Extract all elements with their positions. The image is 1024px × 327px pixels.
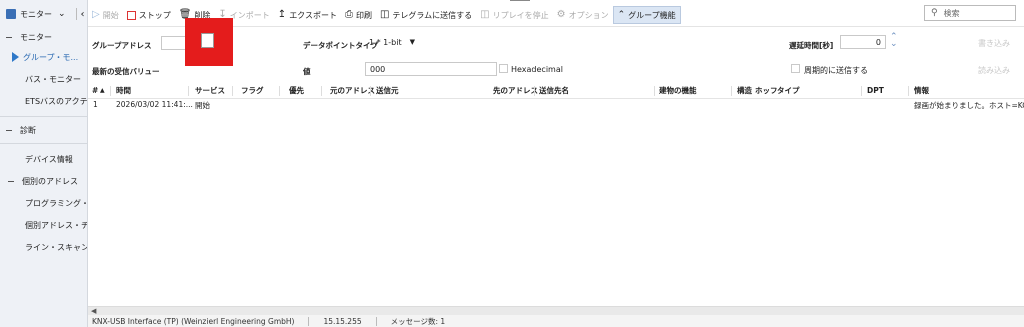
delay-spinner[interactable]: ⌃ ⌄ <box>889 32 902 49</box>
collapse-icon <box>8 180 14 182</box>
sidebar: モニター ⌄ ‹ モニター グループ・モ... バス・モニター ETSバスのアク… <box>0 0 88 327</box>
send-telegram-button[interactable]: ◫ テレグラムに送信する <box>376 6 476 24</box>
group-function-button[interactable]: ⌃ グループ機能 <box>612 6 681 24</box>
status-bar: KNX-USB Interface (TP) (Weinzierl Engine… <box>88 315 1024 327</box>
start-button[interactable]: ▷ 開始 <box>88 6 123 24</box>
status-interface: KNX-USB Interface (TP) (Weinzierl Engine… <box>92 316 295 326</box>
sidebar-item-label: ライン・スキャン <box>25 242 87 252</box>
scroll-left-icon[interactable]: ◀ <box>91 307 96 315</box>
status-messages: メッセージ数: 1 <box>390 316 446 326</box>
column-header-dest-address[interactable]: 先のアドレス <box>493 84 538 98</box>
send-icon: ◫ <box>379 9 390 20</box>
sidebar-item-label: プログラミング・モ... <box>25 198 87 208</box>
cell-info: 録画が始まりました。ホスト=KOSHI <box>914 101 1024 110</box>
column-header-dpt[interactable]: DPT <box>867 84 884 98</box>
stop-replay-button[interactable]: ◫ リプレイを停止 <box>476 6 552 24</box>
sidebar-item-label: バス・モニター <box>25 74 81 84</box>
cell-num: 1 <box>93 100 98 109</box>
collapse-icon <box>6 129 12 131</box>
printer-icon: ⎙ <box>344 9 353 20</box>
chevron-up-icon: ⌃ <box>617 10 626 20</box>
sidebar-header[interactable]: モニター ⌄ ‹ <box>0 0 87 28</box>
column-header-flag[interactable]: フラグ <box>241 84 264 98</box>
options-button[interactable]: ⚙ オプション <box>553 6 613 24</box>
sidebar-item-bus-monitor[interactable]: バス・モニター <box>0 68 87 90</box>
collapse-icon <box>6 36 12 38</box>
column-header-service[interactable]: サービス <box>195 84 225 98</box>
dropdown-arrow-icon: ▼ <box>409 38 415 46</box>
column-header-info[interactable]: 情報 <box>914 84 929 98</box>
monitor-icon <box>6 9 16 19</box>
horizontal-scrollbar[interactable]: ◀ <box>88 306 1024 315</box>
search-input[interactable]: ⚲ 検索 ⌄ <box>924 5 1016 21</box>
stop-button[interactable]: ストップ <box>123 6 175 24</box>
value-label: 値 <box>303 67 311 76</box>
delay-label: 遅延時間[秒] <box>789 41 834 50</box>
collapse-icon[interactable]: ‹ <box>81 9 85 20</box>
value-field[interactable]: 000 <box>365 62 497 76</box>
sidebar-group-label: モニター <box>20 32 52 42</box>
hexadecimal-label: Hexadecimal <box>511 65 563 74</box>
sidebar-item-label: 個別のアドレス <box>22 176 78 186</box>
sidebar-group-monitor[interactable]: モニター <box>0 28 87 46</box>
sidebar-item-ets-bus[interactable]: ETSバスのアクテ... <box>0 90 87 112</box>
sort-asc-icon: ▲ <box>100 87 105 94</box>
column-header-priority[interactable]: 優先 <box>289 84 304 98</box>
column-header-structure[interactable]: 構造 <box>737 84 752 98</box>
highlight-annotation <box>185 18 233 66</box>
sidebar-group-diagnostics[interactable]: 診断 <box>0 121 87 139</box>
hexadecimal-checkbox[interactable] <box>499 64 508 73</box>
column-header-hop[interactable]: ホッフ <box>755 84 778 98</box>
gear-icon: ⚙ <box>556 9 566 20</box>
replay-icon: ◫ <box>480 9 490 20</box>
group-address-picker-button[interactable] <box>201 33 214 48</box>
column-header-source-name[interactable]: 送信元 <box>376 84 399 98</box>
column-header-building-function[interactable]: 建物の機能 <box>659 84 697 98</box>
sidebar-item-individual-address[interactable]: 個別のアドレス <box>0 170 87 192</box>
sidebar-group-label: 診断 <box>20 125 36 135</box>
spin-down-icon[interactable]: ⌄ <box>890 39 898 49</box>
sidebar-item-group-monitor[interactable]: グループ・モ... <box>0 46 87 68</box>
column-header-time[interactable]: 時間 <box>116 84 131 98</box>
search-icon: ⚲ <box>931 8 938 18</box>
window-drag-handle[interactable] <box>510 0 530 1</box>
stop-icon <box>126 10 136 20</box>
column-header-dest-name[interactable]: 送信先名 <box>539 84 569 98</box>
datapoint-type-label: データポイントタイプ <box>303 41 378 50</box>
sidebar-title: モニター <box>20 9 52 19</box>
cell-service: 開始 <box>195 101 210 110</box>
play-icon: ▷ <box>92 9 100 20</box>
export-button[interactable]: ↥ エクスポート <box>274 6 341 24</box>
last-value-label: 最新の受信バリュー <box>92 67 160 76</box>
periodic-send-label: 周期的に送信する <box>804 66 868 75</box>
delay-field[interactable]: 0 <box>840 35 886 49</box>
periodic-send-checkbox[interactable] <box>791 64 800 73</box>
read-button[interactable]: 読み込み <box>978 65 1010 76</box>
group-address-label: グループアドレス <box>92 41 152 50</box>
sidebar-item-label: 個別アドレス・チ... <box>25 220 87 230</box>
sidebar-item-line-scan[interactable]: ライン・スキャン <box>0 236 87 258</box>
play-icon <box>12 52 19 62</box>
sidebar-item-label: ETSバスのアクテ... <box>25 96 87 106</box>
sidebar-item-label: グループ・モ... <box>23 52 79 62</box>
cell-time: 2026/03/02 11:41:... <box>116 100 193 109</box>
export-icon: ↥ <box>277 9 287 20</box>
chevron-down-icon[interactable]: ⌄ <box>58 9 66 19</box>
column-header-type[interactable]: タイプ <box>777 84 800 98</box>
column-header-num[interactable]: # <box>92 84 98 98</box>
datapoint-type-select[interactable]: 1.* 1-bit ▼ <box>369 38 415 47</box>
sidebar-item-device-info[interactable]: デバイス情報 <box>0 148 87 170</box>
sidebar-item-label: デバイス情報 <box>25 154 73 164</box>
write-button[interactable]: 書き込み <box>978 38 1010 49</box>
sidebar-item-individual-address-check[interactable]: 個別アドレス・チ... <box>0 214 87 236</box>
telegram-table: # ▲ 時間 サービス フラグ 優先 元のアドレス 送信元 先のアドレス 送信先… <box>88 84 1024 308</box>
print-button[interactable]: ⎙ 印刷 <box>341 6 376 24</box>
column-header-source-address[interactable]: 元のアドレス <box>330 84 375 98</box>
sidebar-item-programming-mode[interactable]: プログラミング・モ... <box>0 192 87 214</box>
status-address: 15.15.255 <box>323 316 362 326</box>
